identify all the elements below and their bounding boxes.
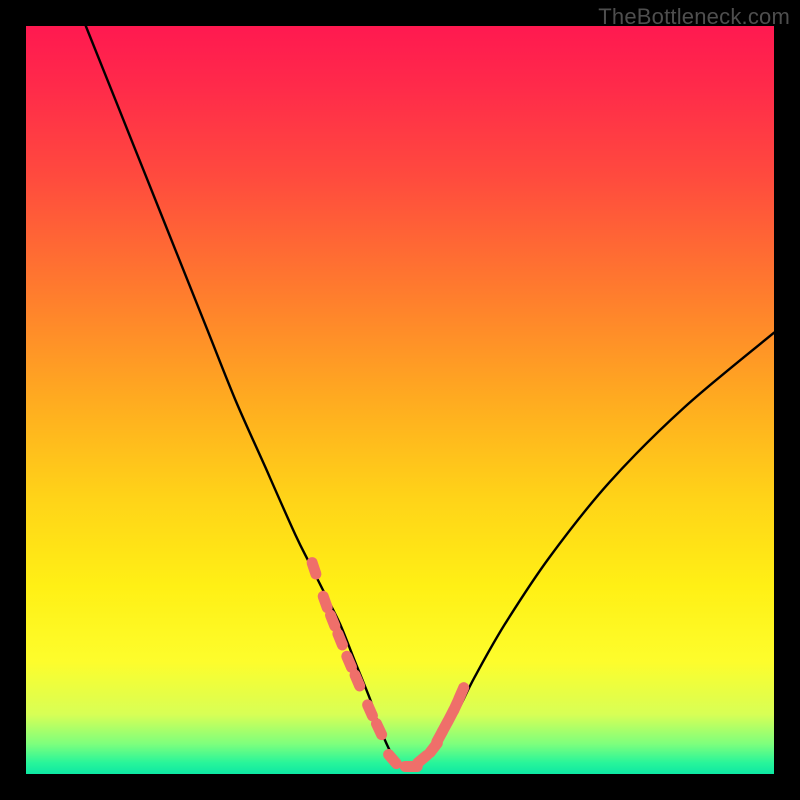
highlight-bead — [323, 596, 327, 607]
chart-svg — [26, 26, 774, 774]
highlight-bead — [355, 675, 360, 686]
highlight-markers — [312, 563, 464, 767]
highlight-bead — [338, 634, 343, 645]
highlight-bead — [312, 563, 316, 574]
plot-area — [26, 26, 774, 774]
highlight-bead — [418, 755, 427, 763]
highlight-bead — [389, 755, 397, 764]
outer-frame: TheBottleneck.com — [0, 0, 800, 800]
highlight-bead — [347, 656, 352, 667]
bottleneck-curve-path — [86, 26, 774, 767]
highlight-bead — [331, 615, 335, 626]
highlight-bead — [459, 688, 464, 699]
highlight-bead — [368, 705, 373, 716]
watermark-text: TheBottleneck.com — [598, 4, 790, 30]
highlight-bead — [377, 724, 382, 735]
